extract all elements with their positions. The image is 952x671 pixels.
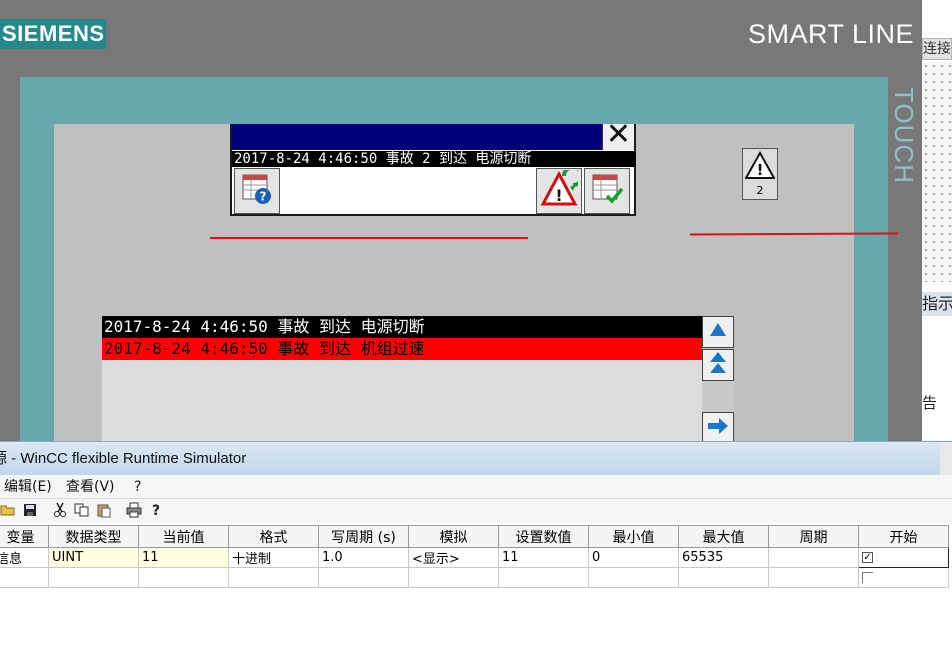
help-icon: ? [240,172,274,210]
acknowledge-icon: ! [540,165,584,212]
copy-icon[interactable] [74,502,90,518]
enter-button[interactable] [702,412,734,442]
cell-variable[interactable] [0,567,49,588]
svg-text:!: ! [757,161,764,179]
cell-start[interactable]: ✓ [858,547,949,568]
col-current-value[interactable]: 当前值 [138,525,229,548]
background-window: 连接 指示 告 [922,0,952,440]
open-icon[interactable] [0,502,16,518]
menu-view[interactable]: 查看(V) [66,475,115,499]
alarm-window-message[interactable]: 2017-8-24 4:46:50 事故 2 到达 电源切断 [232,151,636,167]
cell-period[interactable] [768,547,859,568]
hmi-panel: SIEMENS SMART LINE TOUCH ✕ 2017-8-24 4:4… [0,0,922,442]
background-label: 指示 [922,292,952,316]
edit-table-button[interactable] [584,168,630,214]
cell-start[interactable] [858,567,949,588]
col-variable[interactable]: 变量 [0,525,49,548]
alarm-row-text: 2017-8-24 4:46:50 事故 到达 电源切断 [104,317,425,336]
cell-period[interactable] [768,567,859,588]
alarm-row-text: 2017-8-24 4:46:50 事故 到达 机组过速 [104,339,425,358]
cell-min[interactable] [588,567,679,588]
edit-table-icon [590,172,624,210]
annotation-mark [210,237,528,239]
background-tab[interactable]: 连接 [922,38,952,60]
menu-edit[interactable]: 编辑(E) [4,475,52,499]
simulator-titlebar[interactable]: 源 - WinCC flexible Runtime Simulator [0,441,952,476]
print-icon[interactable] [126,502,142,518]
page-up-button[interactable] [702,349,734,381]
alarm-window: ✕ 2017-8-24 4:46:50 事故 2 到达 电源切断 ? ! [230,124,636,216]
warning-icon: ! [744,150,776,185]
start-checkbox[interactable]: ✓ [862,552,873,563]
double-arrow-up-icon [708,351,728,379]
cell-max[interactable]: 65535 [678,547,769,568]
cell-write-cycle[interactable]: 1.0 [318,547,409,568]
start-checkbox[interactable] [862,572,873,583]
scroll-up-button[interactable] [702,316,734,348]
window-title: 源 - WinCC flexible Runtime Simulator [0,450,247,467]
simulator-window: 源 - WinCC flexible Runtime Simulator 编辑(… [0,441,952,671]
col-write-cycle[interactable]: 写周期 (s) [318,525,409,548]
background-canvas [922,62,952,282]
save-icon[interactable] [22,502,38,518]
alarm-count: 2 [756,184,764,197]
table-row[interactable] [0,567,949,588]
cut-icon[interactable] [52,502,68,518]
svg-text:!: ! [555,186,562,205]
table-row[interactable]: 信息 UINT 11 十进制 1.0 <显示> 11 0 65535 ✓ [0,547,949,568]
col-format[interactable]: 格式 [228,525,319,548]
cell-simulation[interactable]: <显示> [408,547,499,568]
menu-bar: 编辑(E) 查看(V) ? [0,475,952,499]
help-icon[interactable]: ? [148,502,164,518]
cell-current-value[interactable]: 11 [138,547,229,568]
col-simulation[interactable]: 模拟 [408,525,499,548]
acknowledge-button[interactable]: ! [536,165,584,214]
col-min[interactable]: 最小值 [588,525,679,548]
cell-format[interactable] [228,567,319,588]
toolbar: ? [0,499,952,523]
alarm-view-scrollbar [702,316,734,442]
col-data-type[interactable]: 数据类型 [48,525,139,548]
scrollbar[interactable] [940,442,952,476]
cell-data-type[interactable] [48,567,139,588]
arrow-right-icon [707,417,729,439]
cell-max[interactable] [678,567,769,588]
alarm-view: 2017-8-24 4:46:50 事故 到达 电源切断 2017-8-24 4… [102,316,702,442]
hmi-screen: ✕ 2017-8-24 4:46:50 事故 2 到达 电源切断 ? ! ! 2… [54,124,854,442]
svg-text:?: ? [260,190,267,204]
background-label: 告 [922,394,938,412]
cell-min[interactable]: 0 [588,547,679,568]
cell-format[interactable]: 十进制 [228,547,319,568]
cell-variable[interactable]: 信息 [0,547,49,568]
paste-icon[interactable] [96,502,112,518]
brand-logo: SIEMENS [0,19,106,49]
arrow-up-icon [708,320,728,344]
svg-text:?: ? [152,503,160,518]
close-button[interactable]: ✕ [602,124,634,150]
variable-table: 变量 数据类型 当前值 格式 写周期 (s) 模拟 设置数值 最小值 最大值 周… [0,525,949,588]
alarm-row[interactable]: 2017-8-24 4:46:50 事故 到达 电源切断 [102,316,702,338]
cell-current-value[interactable] [138,567,229,588]
alarm-window-titlebar [232,124,602,150]
cell-simulation[interactable] [408,567,499,588]
cell-write-cycle[interactable] [318,567,409,588]
cell-set-value[interactable]: 11 [498,547,589,568]
help-button[interactable]: ? [234,168,280,214]
col-max[interactable]: 最大值 [678,525,769,548]
col-set-value[interactable]: 设置数值 [498,525,589,548]
alarm-row[interactable]: 2017-8-24 4:46:50 事故 到达 机组过速 [102,338,702,360]
alarm-indicator[interactable]: ! 2 [742,148,778,200]
menu-help[interactable]: ? [134,475,141,499]
cell-set-value[interactable] [498,567,589,588]
col-period[interactable]: 周期 [768,525,859,548]
table-header: 变量 数据类型 当前值 格式 写周期 (s) 模拟 设置数值 最小值 最大值 周… [0,525,949,548]
col-start[interactable]: 开始 [858,525,949,548]
model-label: SMART LINE [748,19,915,49]
cell-data-type[interactable]: UINT [48,547,139,568]
touch-label: TOUCH [889,86,919,184]
